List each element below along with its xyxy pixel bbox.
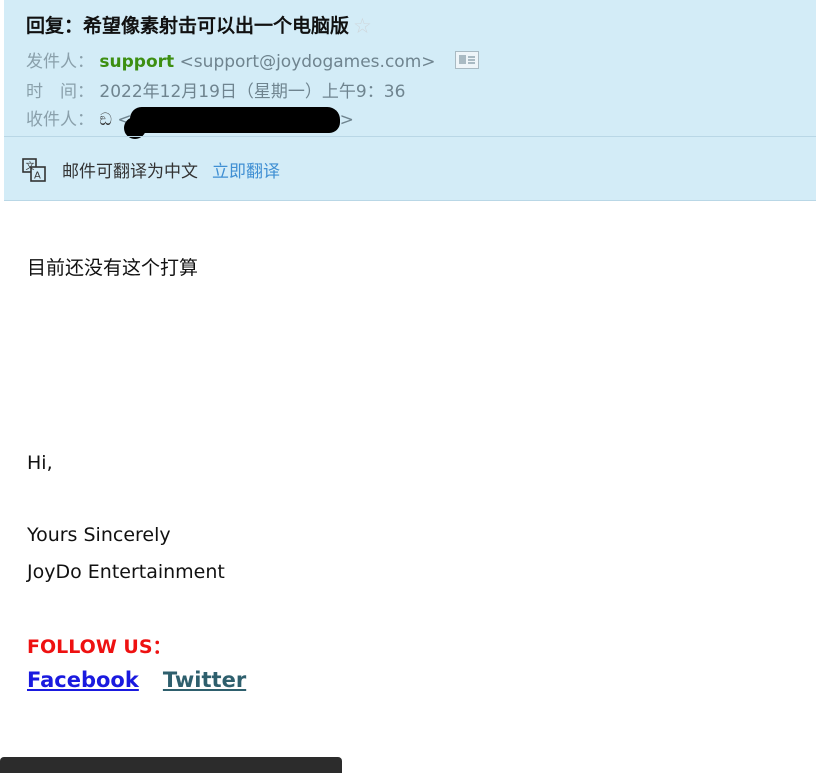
- sender-address: <support@joydogames.com>: [179, 52, 436, 72]
- contact-card-icon[interactable]: [454, 51, 479, 69]
- time-value: 2022年12月19日（星期一）上午9：36: [99, 82, 406, 102]
- bottom-toolbar: [0, 757, 342, 773]
- redaction-mark: [123, 107, 340, 139]
- recipient-row: 收件人： ඞ < >: [26, 105, 354, 139]
- time-row: 时 间： 2022年12月19日（星期一）上午9：36: [26, 77, 405, 102]
- reply-text: 目前还没有这个打算: [27, 257, 199, 279]
- recipient-close-bracket: >: [339, 110, 354, 130]
- header-divider: [4, 136, 816, 137]
- company-text: JoyDo Entertainment: [27, 561, 225, 583]
- sender-name[interactable]: support: [99, 52, 174, 72]
- subject-text: 回复：希望像素射击可以出一个电脑版: [26, 15, 350, 37]
- email-subject: 回复：希望像素射击可以出一个电脑版 ☆: [26, 11, 372, 38]
- email-header: 回复：希望像素射击可以出一个电脑版 ☆ 发件人： support <support…: [4, 0, 816, 201]
- recipient-label: 收件人：: [26, 110, 94, 130]
- social-links: Facebook Twitter: [27, 668, 246, 692]
- translate-icon: 文 A: [22, 158, 46, 182]
- translate-bar: 文 A 邮件可翻译为中文 立即翻译: [22, 154, 280, 184]
- star-icon[interactable]: ☆: [353, 14, 372, 38]
- recipient-name: ඞ: [99, 110, 113, 130]
- twitter-link[interactable]: Twitter: [163, 668, 246, 692]
- sender-row: 发件人： support <support@joydogames.com>: [26, 47, 479, 72]
- sender-label: 发件人：: [26, 52, 94, 72]
- follow-us-label: FOLLOW US：: [27, 636, 172, 658]
- translate-now-link[interactable]: 立即翻译: [212, 157, 280, 182]
- closing-text: Yours Sincerely: [27, 524, 171, 546]
- time-label: 时 间：: [26, 82, 94, 102]
- greeting-text: Hi,: [27, 452, 53, 474]
- svg-text:A: A: [34, 171, 41, 182]
- facebook-link[interactable]: Facebook: [27, 668, 139, 692]
- translate-prompt: 邮件可翻译为中文: [62, 161, 198, 182]
